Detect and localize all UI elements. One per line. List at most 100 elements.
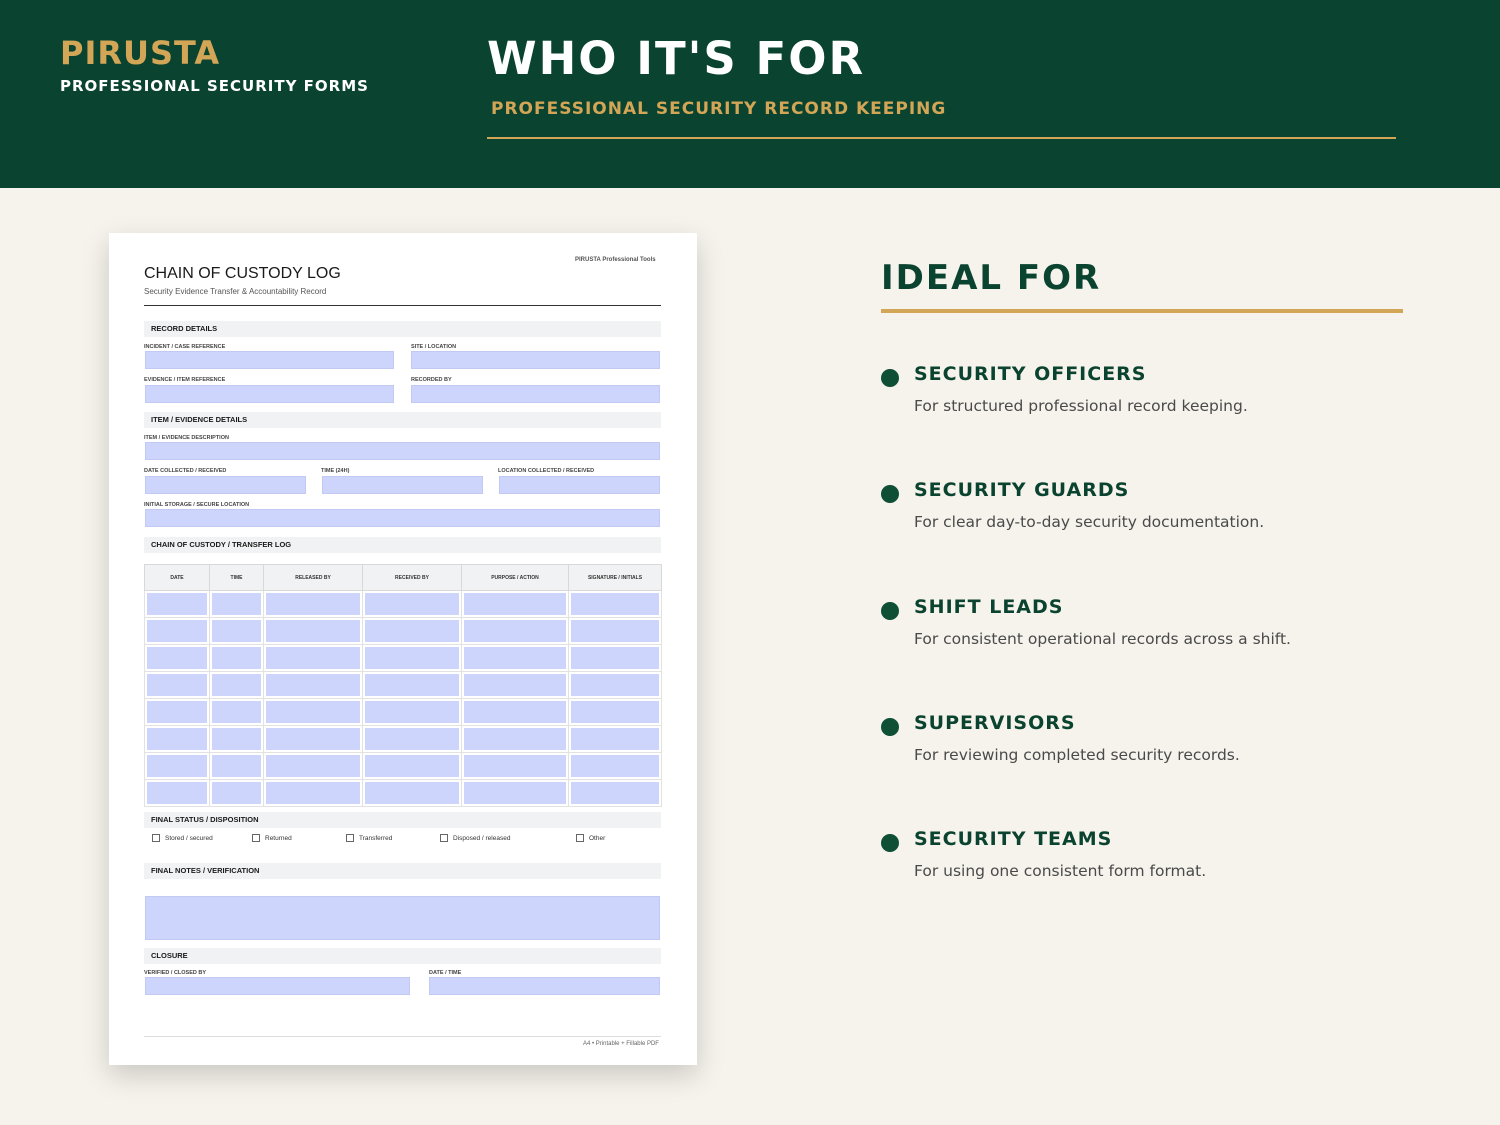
storage-field[interactable] — [145, 509, 660, 527]
table-cell-field[interactable] — [571, 701, 659, 723]
table-cell-field[interactable] — [266, 755, 360, 777]
table-cell-field[interactable] — [464, 782, 566, 804]
table-cell-field[interactable] — [571, 593, 659, 615]
date-time-label: DATE / TIME — [429, 970, 462, 976]
incident-label: INCIDENT / CASE REFERENCE — [144, 344, 226, 350]
table-cell-field[interactable] — [464, 593, 566, 615]
audience-description: For consistent operational records acros… — [914, 630, 1291, 648]
date-collected-field[interactable] — [145, 476, 306, 494]
checkbox-box[interactable] — [152, 834, 160, 842]
page-title: WHO IT'S FOR — [487, 32, 866, 85]
table-cell — [263, 644, 363, 672]
table-cell-field[interactable] — [147, 782, 207, 804]
table-row — [144, 752, 662, 780]
table-cell — [144, 725, 210, 753]
checkbox-other[interactable]: Other — [576, 834, 605, 842]
table-cell-field[interactable] — [212, 620, 261, 642]
time-label: TIME (24H) — [321, 468, 350, 474]
table-cell-field[interactable] — [147, 620, 207, 642]
table-cell-field[interactable] — [266, 782, 360, 804]
table-row — [144, 725, 662, 753]
table-cell — [263, 698, 363, 726]
table-cell-field[interactable] — [464, 728, 566, 750]
table-cell-field[interactable] — [212, 593, 261, 615]
table-cell-field[interactable] — [464, 674, 566, 696]
checkbox-disposed[interactable]: Disposed / released — [440, 834, 510, 842]
table-cell-field[interactable] — [571, 782, 659, 804]
checkbox-stored[interactable]: Stored / secured — [152, 834, 213, 842]
table-cell-field[interactable] — [365, 701, 459, 723]
table-cell-field[interactable] — [266, 620, 360, 642]
notes-field[interactable] — [145, 896, 660, 940]
site-field[interactable] — [411, 351, 660, 369]
table-cell-field[interactable] — [464, 620, 566, 642]
table-cell-field[interactable] — [464, 755, 566, 777]
incident-field[interactable] — [145, 351, 394, 369]
table-cell-field[interactable] — [147, 593, 207, 615]
table-cell-field[interactable] — [464, 647, 566, 669]
table-cell-field[interactable] — [571, 755, 659, 777]
table-cell-field[interactable] — [365, 674, 459, 696]
column-header-signature: SIGNATURE / INITIALS — [568, 564, 662, 591]
checkbox-returned[interactable]: Returned — [252, 834, 292, 842]
table-cell — [461, 779, 569, 807]
table-cell — [263, 779, 363, 807]
table-cell-field[interactable] — [571, 620, 659, 642]
table-cell-field[interactable] — [212, 701, 261, 723]
table-cell-field[interactable] — [266, 593, 360, 615]
table-cell-field[interactable] — [365, 782, 459, 804]
table-row — [144, 671, 662, 699]
table-cell-field[interactable] — [147, 647, 207, 669]
table-cell-field[interactable] — [365, 755, 459, 777]
location-collected-field[interactable] — [499, 476, 660, 494]
table-cell-field[interactable] — [571, 728, 659, 750]
table-cell-field[interactable] — [365, 728, 459, 750]
table-cell — [144, 752, 210, 780]
table-cell — [568, 590, 662, 618]
header-divider — [487, 137, 1396, 139]
table-cell-field[interactable] — [266, 674, 360, 696]
checkbox-box[interactable] — [252, 834, 260, 842]
checkbox-transferred[interactable]: Transferred — [346, 834, 392, 842]
table-cell-field[interactable] — [266, 647, 360, 669]
time-field[interactable] — [322, 476, 483, 494]
table-cell — [209, 671, 264, 699]
table-cell-field[interactable] — [571, 647, 659, 669]
table-cell — [263, 725, 363, 753]
verified-by-label: VERIFIED / CLOSED BY — [144, 970, 207, 976]
table-cell-field[interactable] — [571, 674, 659, 696]
table-cell-field[interactable] — [212, 728, 261, 750]
checkbox-box[interactable] — [346, 834, 354, 842]
date-time-field[interactable] — [429, 977, 660, 995]
table-cell — [144, 779, 210, 807]
evidence-ref-field[interactable] — [145, 385, 394, 403]
checkbox-box[interactable] — [440, 834, 448, 842]
brand-tagline: PROFESSIONAL SECURITY FORMS — [60, 77, 369, 95]
table-cell-field[interactable] — [212, 647, 261, 669]
table-cell-field[interactable] — [212, 755, 261, 777]
table-cell-field[interactable] — [147, 755, 207, 777]
table-cell-field[interactable] — [464, 701, 566, 723]
table-cell-field[interactable] — [365, 620, 459, 642]
table-cell-field[interactable] — [212, 674, 261, 696]
table-cell — [461, 698, 569, 726]
description-field[interactable] — [145, 442, 660, 460]
table-cell — [461, 671, 569, 699]
table-cell — [362, 698, 462, 726]
table-cell-field[interactable] — [147, 674, 207, 696]
table-cell-field[interactable] — [212, 782, 261, 804]
form-title-rule — [144, 305, 661, 306]
table-cell-field[interactable] — [365, 593, 459, 615]
table-cell-field[interactable] — [266, 701, 360, 723]
table-cell-field[interactable] — [266, 728, 360, 750]
verified-by-field[interactable] — [145, 977, 410, 995]
checkbox-box[interactable] — [576, 834, 584, 842]
checkbox-label: Returned — [265, 834, 292, 842]
table-cell-field[interactable] — [365, 647, 459, 669]
recorded-by-label: RECORDED BY — [411, 377, 452, 383]
table-cell-field[interactable] — [147, 728, 207, 750]
recorded-by-field[interactable] — [411, 385, 660, 403]
table-cell — [362, 590, 462, 618]
table-cell-field[interactable] — [147, 701, 207, 723]
table-cell — [362, 617, 462, 645]
